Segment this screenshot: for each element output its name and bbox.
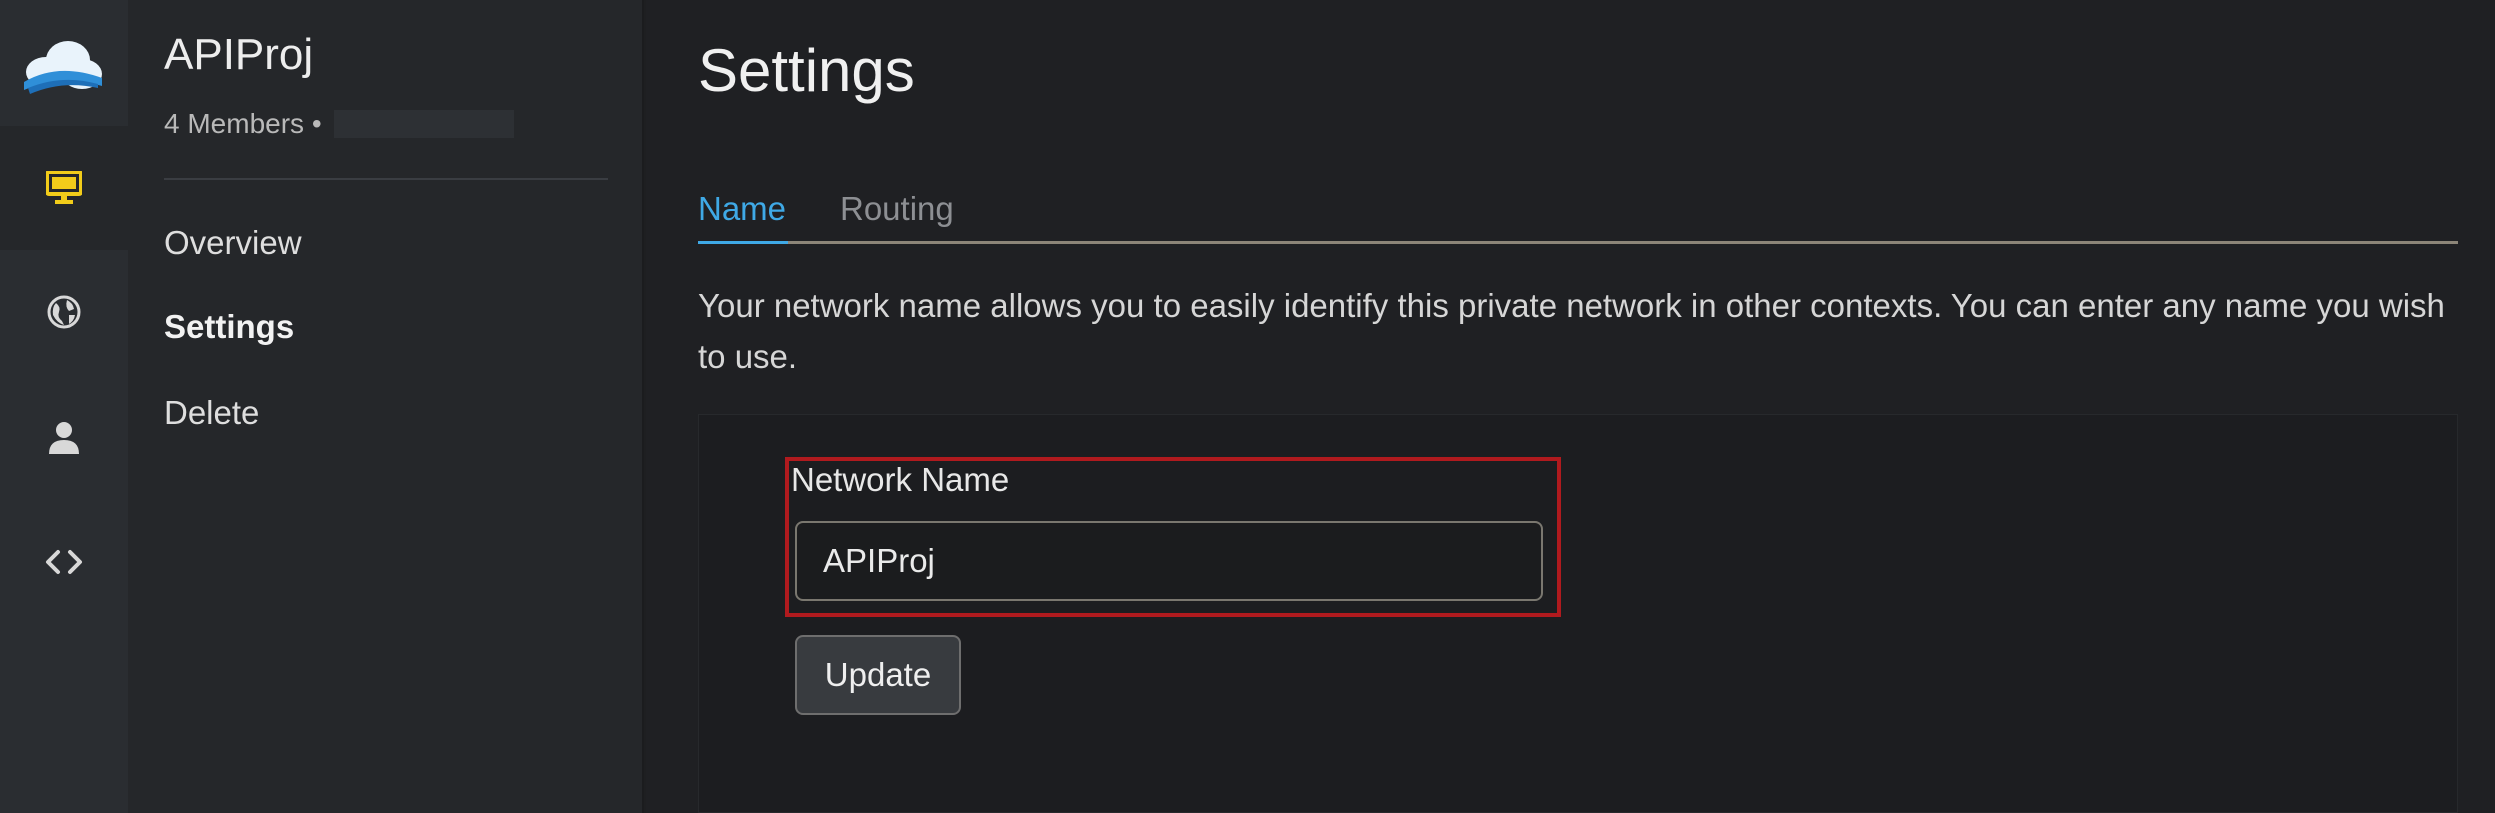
network-name-card: Network Name Update <box>698 414 2458 813</box>
member-count: 4 Members • <box>164 108 322 139</box>
tab-name-label: Name <box>698 190 787 227</box>
redacted-network-id <box>333 110 514 138</box>
active-tab-indicator <box>698 241 788 244</box>
tab-name[interactable]: Name <box>698 190 786 228</box>
globe-icon <box>47 295 81 329</box>
page-title: Settings <box>698 37 915 104</box>
sidebar-divider <box>164 178 608 180</box>
rail-item-networks[interactable] <box>0 126 128 250</box>
network-name-input[interactable] <box>795 521 1543 601</box>
code-icon <box>46 550 82 574</box>
network-sidebar: APIProj 4 Members • Overview Settings De… <box>128 0 644 813</box>
user-icon <box>49 422 79 454</box>
sidebar-item-delete[interactable]: Delete <box>164 394 259 432</box>
sidebar-item-settings[interactable]: Settings <box>164 308 294 346</box>
project-title: APIProj <box>164 30 314 79</box>
icon-rail <box>0 0 128 813</box>
rail-item-api[interactable] <box>0 500 128 624</box>
network-name-label: Network Name <box>791 461 1010 498</box>
project-meta: 4 Members • <box>164 108 514 140</box>
main-content: Settings Name Routing Your network name … <box>646 0 2495 813</box>
monitor-icon <box>46 171 82 204</box>
rail-item-global[interactable] <box>0 250 128 374</box>
name-description: Your network name allows you to easily i… <box>698 287 2445 375</box>
rail-item-account[interactable] <box>0 376 128 500</box>
update-button[interactable]: Update <box>795 635 961 715</box>
cloud-logo-icon[interactable] <box>18 38 104 96</box>
settings-tabs: Name Routing <box>698 180 2458 244</box>
tab-routing[interactable]: Routing <box>840 190 954 228</box>
sidebar-item-overview[interactable]: Overview <box>164 224 302 262</box>
tab-routing-label: Routing <box>840 190 954 227</box>
